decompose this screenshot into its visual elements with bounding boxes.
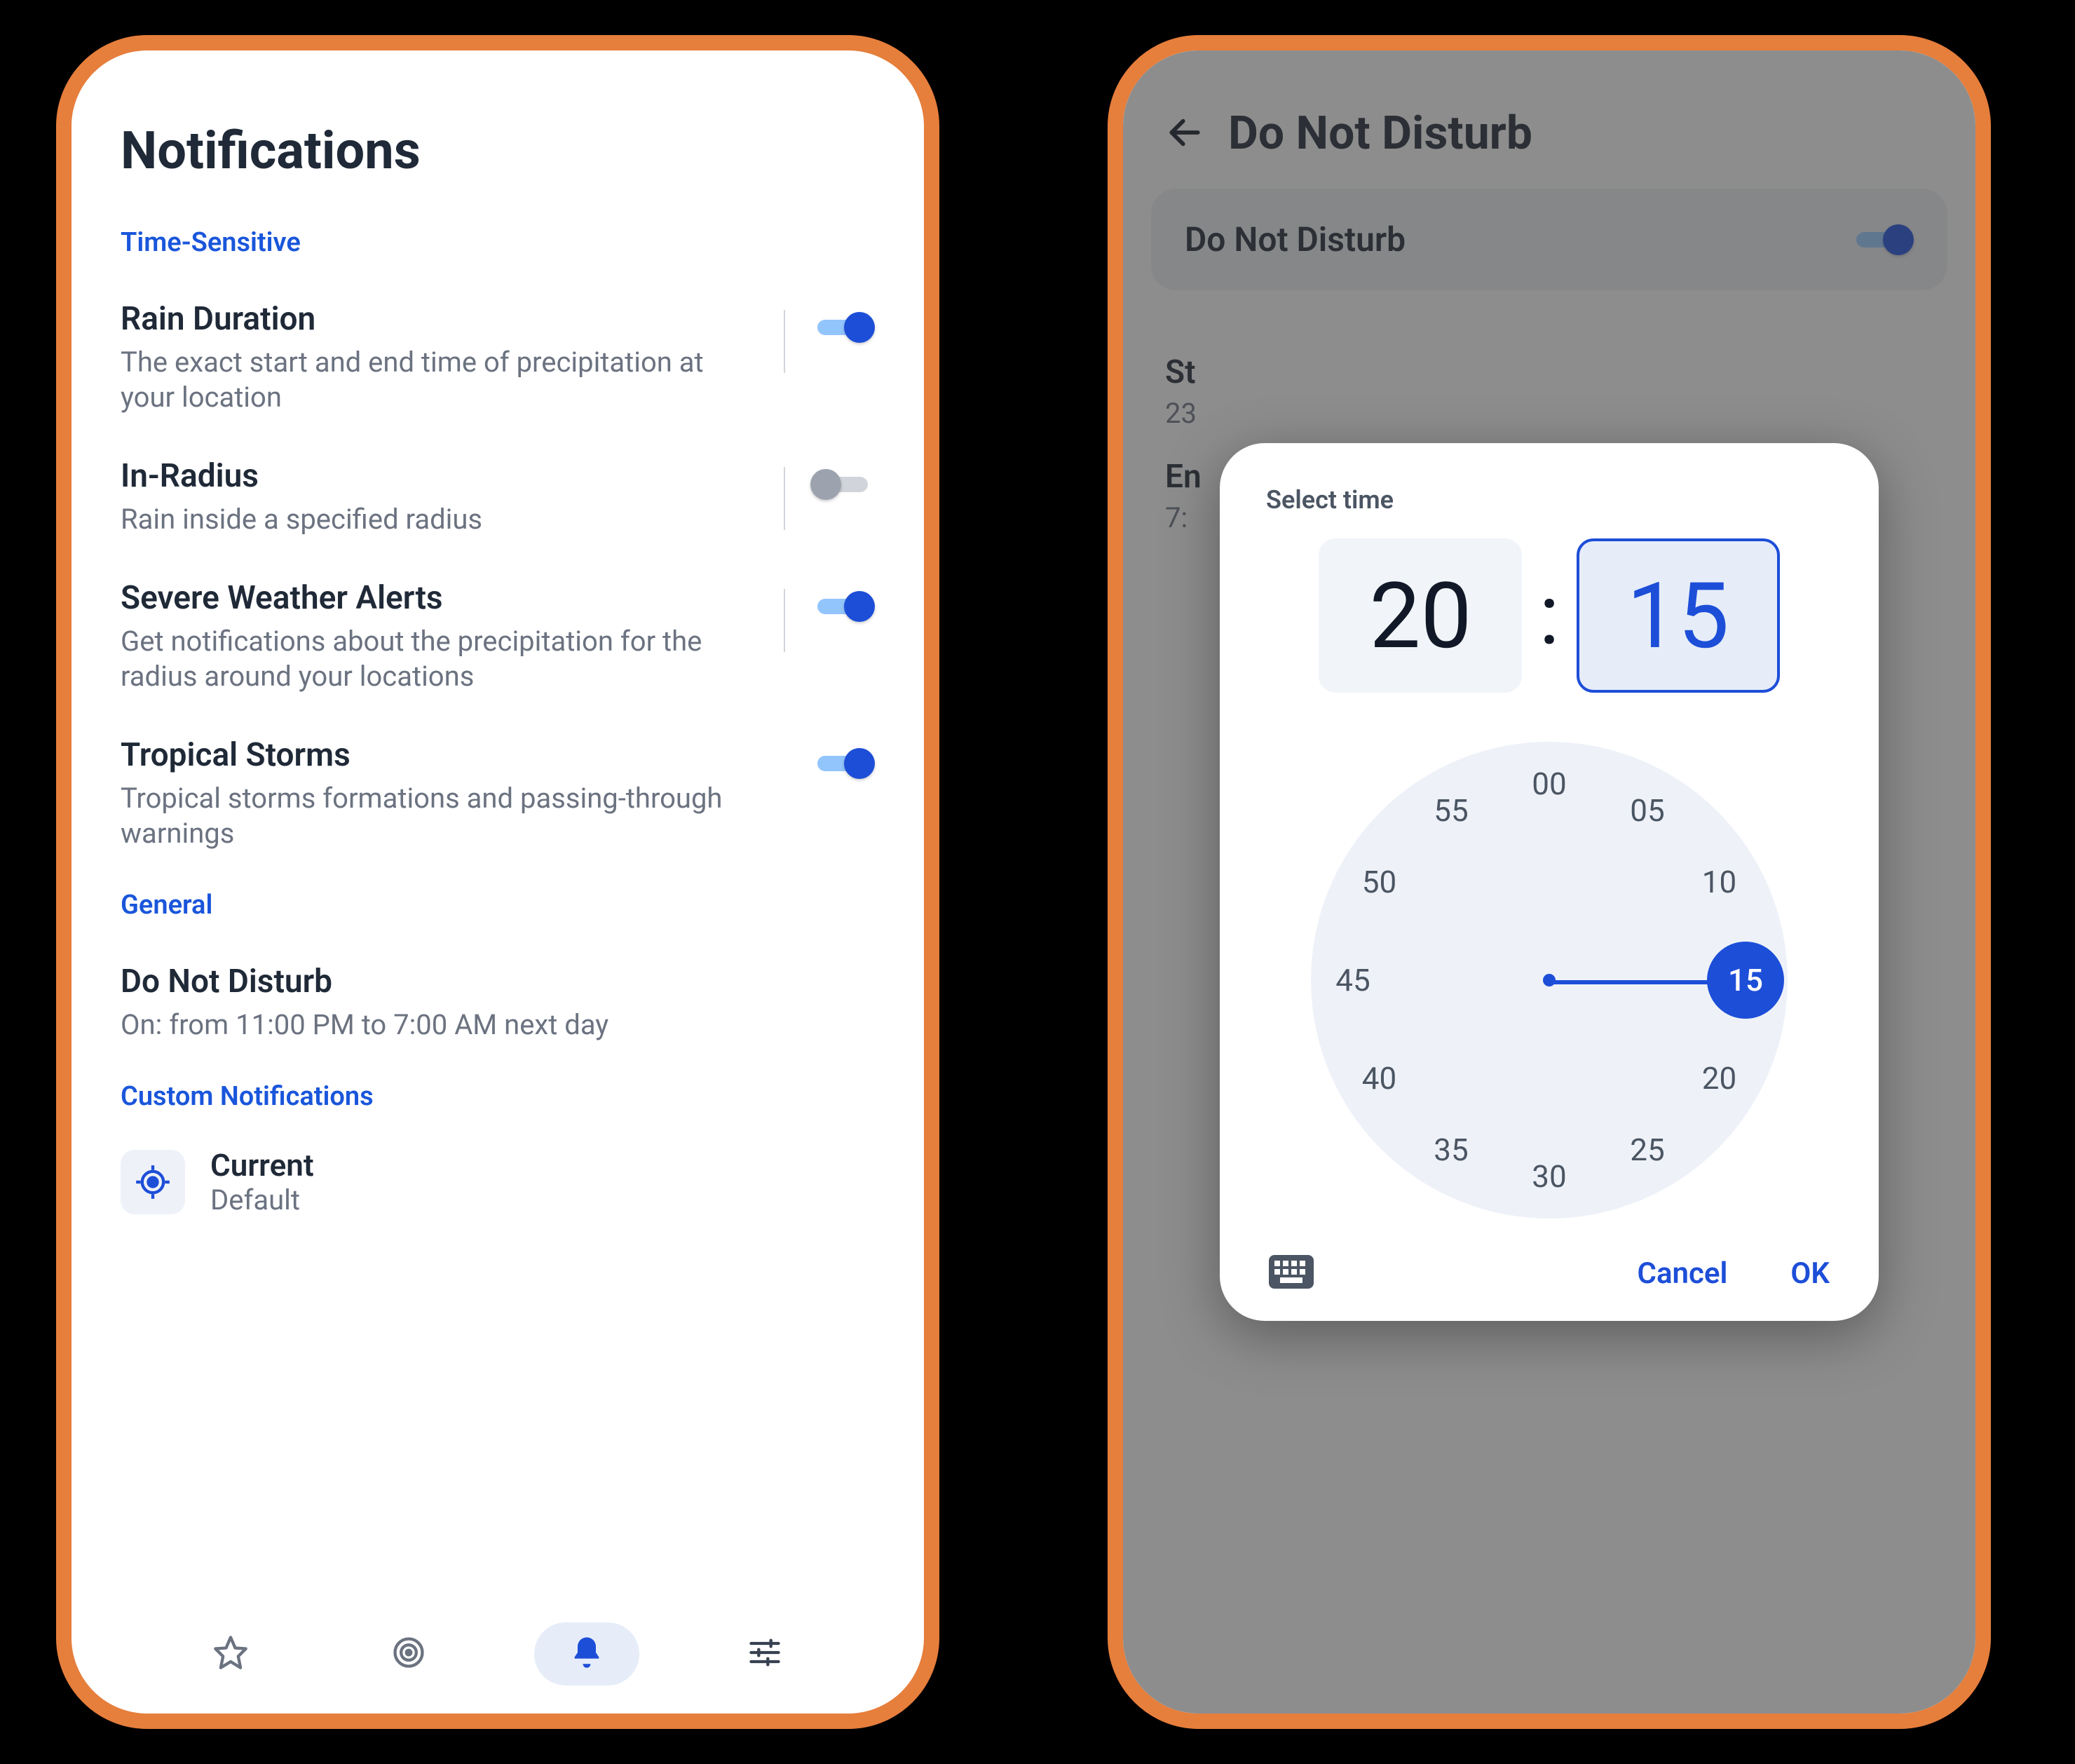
cancel-button[interactable]: Cancel bbox=[1638, 1256, 1728, 1291]
location-icon bbox=[121, 1150, 185, 1214]
row-text: Severe Weather Alerts Get notifications … bbox=[121, 579, 749, 694]
dialog-actions: Cancel OK bbox=[1262, 1247, 1837, 1293]
row-description: Rain inside a specified radius bbox=[121, 502, 749, 537]
page-title: Notifications bbox=[121, 121, 875, 182]
row-in-radius[interactable]: In-Radius Rain inside a specified radius bbox=[121, 436, 875, 558]
switch-tropical-storms[interactable] bbox=[810, 746, 875, 781]
row-text: In-Radius Rain inside a specified radius bbox=[121, 457, 749, 537]
clock-minute-00[interactable]: 00 bbox=[1521, 766, 1577, 802]
time-input-boxes: 20 : 15 bbox=[1262, 538, 1837, 693]
target-icon bbox=[390, 1634, 427, 1674]
switch-severe-weather[interactable] bbox=[810, 589, 875, 624]
clock-minute-40[interactable]: 40 bbox=[1352, 1060, 1408, 1097]
row-title: Rain Duration bbox=[121, 300, 749, 338]
time-picker-dialog: Select time 20 : 15 00 05 10 15 20 25 30 35 40 45… bbox=[1220, 443, 1879, 1321]
row-text: Do Not Disturb On: from 11:00 PM to 7:00… bbox=[121, 963, 875, 1043]
row-custom-current[interactable]: Current Default bbox=[121, 1133, 875, 1230]
row-title: Tropical Storms bbox=[121, 736, 789, 774]
clock-face[interactable]: 00 05 10 15 20 25 30 35 40 45 50 55 bbox=[1311, 742, 1788, 1219]
row-description: On: from 11:00 PM to 7:00 AM next day bbox=[121, 1007, 875, 1043]
hour-input[interactable]: 20 bbox=[1319, 538, 1522, 693]
phone-frame-notifications: Notifications Time-Sensitive Rain Durati… bbox=[56, 35, 939, 1729]
clock-minute-20[interactable]: 20 bbox=[1691, 1060, 1747, 1097]
row-divider bbox=[784, 310, 785, 373]
clock-minute-50[interactable]: 50 bbox=[1352, 864, 1408, 900]
row-title: Severe Weather Alerts bbox=[121, 579, 749, 617]
row-text: Tropical Storms Tropical storms formatio… bbox=[121, 736, 789, 851]
sliders-icon bbox=[747, 1634, 783, 1674]
row-divider bbox=[784, 589, 785, 652]
clock-minute-30[interactable]: 30 bbox=[1521, 1158, 1577, 1195]
row-do-not-disturb[interactable]: Do Not Disturb On: from 11:00 PM to 7:00… bbox=[121, 942, 875, 1064]
bell-icon bbox=[569, 1634, 605, 1674]
row-title: Do Not Disturb bbox=[121, 963, 875, 1000]
row-rain-duration[interactable]: Rain Duration The exact start and end ti… bbox=[121, 279, 875, 436]
clock-minute-55[interactable]: 55 bbox=[1423, 792, 1479, 829]
clock-minute-35[interactable]: 35 bbox=[1423, 1132, 1479, 1168]
dialog-title: Select time bbox=[1262, 485, 1837, 515]
row-description: Tropical storms formations and passing-t… bbox=[121, 781, 789, 851]
custom-description: Default bbox=[210, 1183, 314, 1216]
clock-center-dot bbox=[1543, 974, 1556, 986]
phone-frame-dnd: Do Not Disturb Do Not Disturb St 23 En 7… bbox=[1108, 35, 1991, 1729]
row-title: In-Radius bbox=[121, 457, 749, 495]
section-general: General bbox=[121, 890, 875, 921]
row-tropical-storms[interactable]: Tropical Storms Tropical storms formatio… bbox=[121, 715, 875, 872]
bottom-nav bbox=[121, 1608, 875, 1714]
section-time-sensitive: Time-Sensitive bbox=[121, 227, 875, 258]
row-severe-weather[interactable]: Severe Weather Alerts Get notifications … bbox=[121, 558, 875, 715]
clock-minute-05[interactable]: 05 bbox=[1619, 792, 1675, 829]
time-colon: : bbox=[1539, 566, 1559, 665]
nav-favorites[interactable] bbox=[178, 1622, 283, 1685]
row-description: The exact start and end time of precipit… bbox=[121, 345, 749, 415]
clock-minute-10[interactable]: 10 bbox=[1691, 864, 1747, 900]
notifications-screen: Notifications Time-Sensitive Rain Durati… bbox=[72, 50, 924, 1714]
ok-button[interactable]: OK bbox=[1790, 1256, 1830, 1291]
row-text: Rain Duration The exact start and end ti… bbox=[121, 300, 749, 415]
row-divider bbox=[784, 467, 785, 530]
row-description: Get notifications about the precipitatio… bbox=[121, 624, 749, 694]
dnd-screen: Do Not Disturb Do Not Disturb St 23 En 7… bbox=[1123, 50, 1975, 1714]
clock-minute-45[interactable]: 45 bbox=[1325, 962, 1381, 998]
keyboard-icon[interactable] bbox=[1269, 1254, 1314, 1293]
nav-settings[interactable] bbox=[712, 1622, 817, 1685]
nav-notifications[interactable] bbox=[534, 1622, 639, 1685]
switch-rain-duration[interactable] bbox=[810, 310, 875, 345]
clock-minute-25[interactable]: 25 bbox=[1619, 1132, 1675, 1168]
minute-input[interactable]: 15 bbox=[1577, 538, 1780, 693]
star-icon bbox=[212, 1634, 249, 1674]
section-custom-notifications: Custom Notifications bbox=[121, 1081, 875, 1112]
custom-title: Current bbox=[210, 1147, 314, 1183]
switch-in-radius[interactable] bbox=[810, 467, 875, 502]
nav-radar[interactable] bbox=[356, 1622, 461, 1685]
clock-selected-minute[interactable]: 15 bbox=[1707, 942, 1784, 1019]
